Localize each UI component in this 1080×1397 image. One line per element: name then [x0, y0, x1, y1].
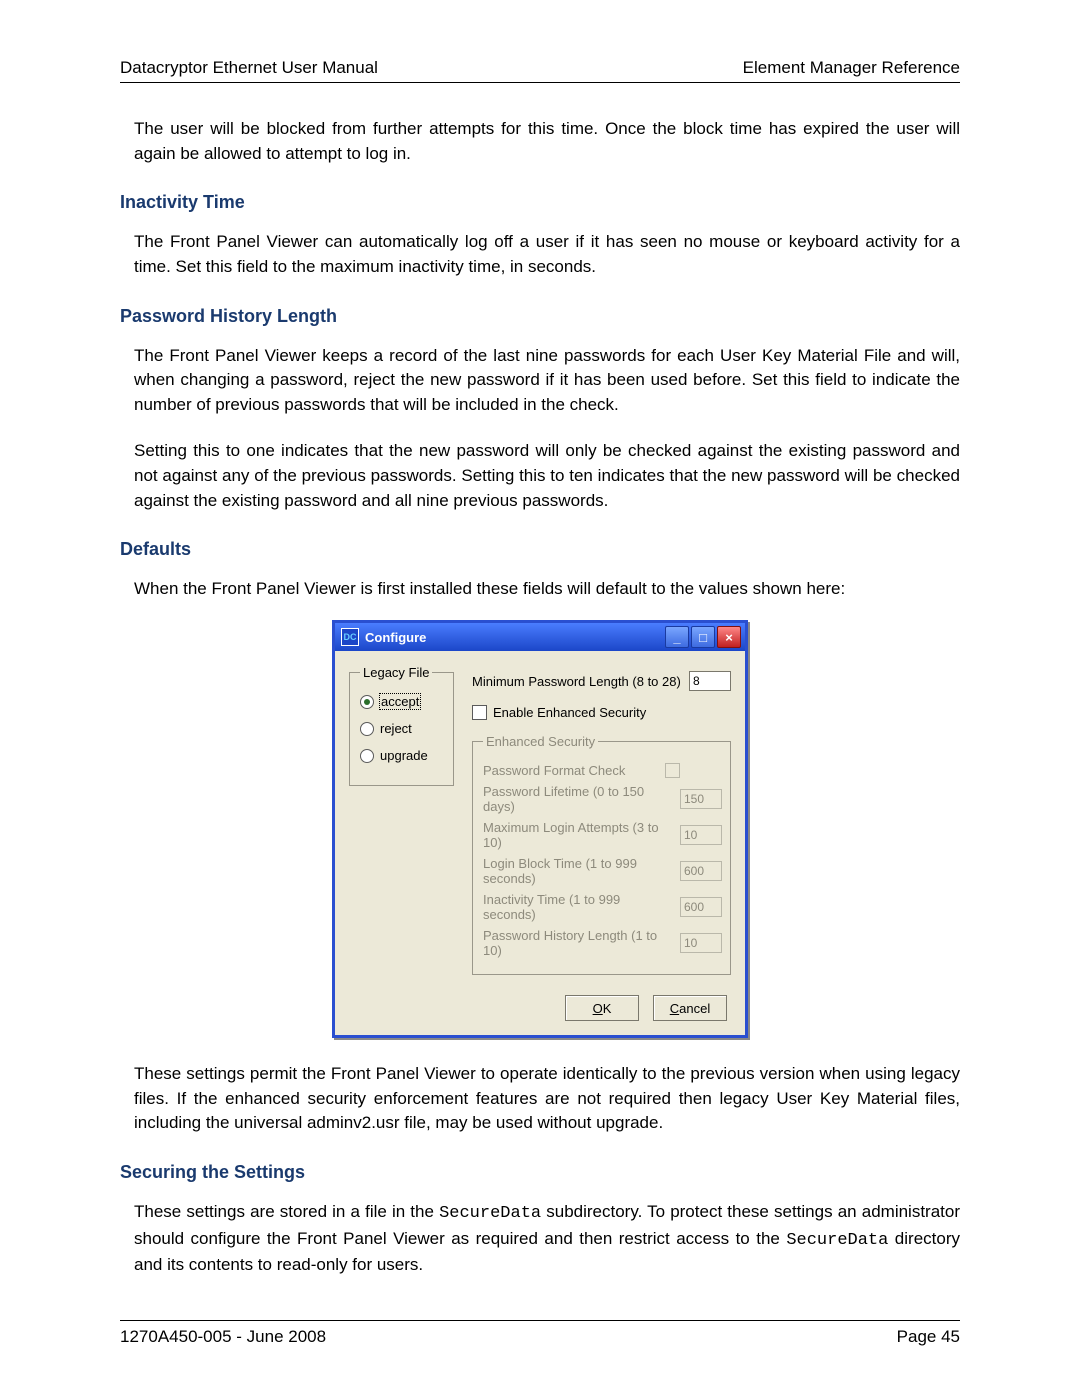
enhanced-security-group: Enhanced Security Password Format Check … — [472, 734, 731, 975]
section-defaults-body-after: These settings permit the Front Panel Vi… — [134, 1062, 960, 1136]
radio-icon — [360, 749, 374, 763]
intro-paragraph: The user will be blocked from further at… — [134, 117, 960, 166]
legacy-upgrade-radio[interactable]: upgrade — [360, 748, 445, 763]
legacy-accept-label: accept — [380, 694, 420, 709]
password-lifetime-field[interactable]: 150 — [680, 789, 722, 809]
section-password-history-body1: The Front Panel Viewer keeps a record of… — [134, 344, 960, 418]
password-history-length-label: Password History Length (1 to 10) — [483, 928, 672, 958]
minimize-button[interactable]: _ — [665, 626, 689, 648]
close-button[interactable]: × — [717, 626, 741, 648]
footer-right: Page 45 — [897, 1327, 960, 1347]
password-format-check-checkbox[interactable] — [665, 763, 680, 778]
titlebar[interactable]: DC Configure _ □ × — [335, 623, 745, 651]
min-password-length-field[interactable]: 8 — [689, 671, 731, 691]
login-block-time-field[interactable]: 600 — [680, 861, 722, 881]
password-history-length-field[interactable]: 10 — [680, 933, 722, 953]
cancel-button[interactable]: Cancel — [653, 995, 727, 1021]
window-title: Configure — [365, 630, 426, 645]
section-defaults-title: Defaults — [120, 539, 960, 560]
header-rule — [120, 82, 960, 83]
password-format-check-label: Password Format Check — [483, 763, 657, 778]
legacy-file-legend: Legacy File — [360, 665, 432, 680]
section-defaults-body-before: When the Front Panel Viewer is first ins… — [134, 577, 960, 602]
legacy-reject-label: reject — [380, 721, 412, 736]
enable-enhanced-security-checkbox[interactable]: Enable Enhanced Security — [472, 705, 731, 720]
legacy-accept-radio[interactable]: accept — [360, 694, 445, 709]
section-inactivity-body: The Front Panel Viewer can automatically… — [134, 230, 960, 279]
radio-icon — [360, 722, 374, 736]
footer-rule — [120, 1320, 960, 1321]
enable-enhanced-security-label: Enable Enhanced Security — [493, 705, 646, 720]
header-left: Datacryptor Ethernet User Manual — [120, 58, 378, 78]
password-lifetime-label: Password Lifetime (0 to 150 days) — [483, 784, 672, 814]
header-right: Element Manager Reference — [743, 58, 960, 78]
section-password-history-body2: Setting this to one indicates that the n… — [134, 439, 960, 513]
inactivity-time-field[interactable]: 600 — [680, 897, 722, 917]
section-securing-body: These settings are stored in a file in t… — [134, 1200, 960, 1278]
legacy-reject-radio[interactable]: reject — [360, 721, 445, 736]
inactivity-time-label: Inactivity Time (1 to 999 seconds) — [483, 892, 672, 922]
max-login-attempts-label: Maximum Login Attempts (3 to 10) — [483, 820, 672, 850]
configure-dialog: DC Configure _ □ × Legacy File accept — [332, 620, 748, 1038]
min-password-length-label: Minimum Password Length (8 to 28) — [472, 674, 681, 689]
ok-button[interactable]: OK — [565, 995, 639, 1021]
max-login-attempts-field[interactable]: 10 — [680, 825, 722, 845]
section-inactivity-title: Inactivity Time — [120, 192, 960, 213]
footer-left: 1270A450-005 - June 2008 — [120, 1327, 326, 1347]
enhanced-security-legend: Enhanced Security — [483, 734, 598, 749]
login-block-time-label: Login Block Time (1 to 999 seconds) — [483, 856, 672, 886]
maximize-button[interactable]: □ — [691, 626, 715, 648]
section-securing-title: Securing the Settings — [120, 1162, 960, 1183]
section-password-history-title: Password History Length — [120, 306, 960, 327]
legacy-file-group: Legacy File accept reject upgrade — [349, 665, 454, 786]
radio-icon — [360, 695, 374, 709]
app-icon: DC — [341, 628, 359, 646]
legacy-upgrade-label: upgrade — [380, 748, 428, 763]
checkbox-icon — [472, 705, 487, 720]
